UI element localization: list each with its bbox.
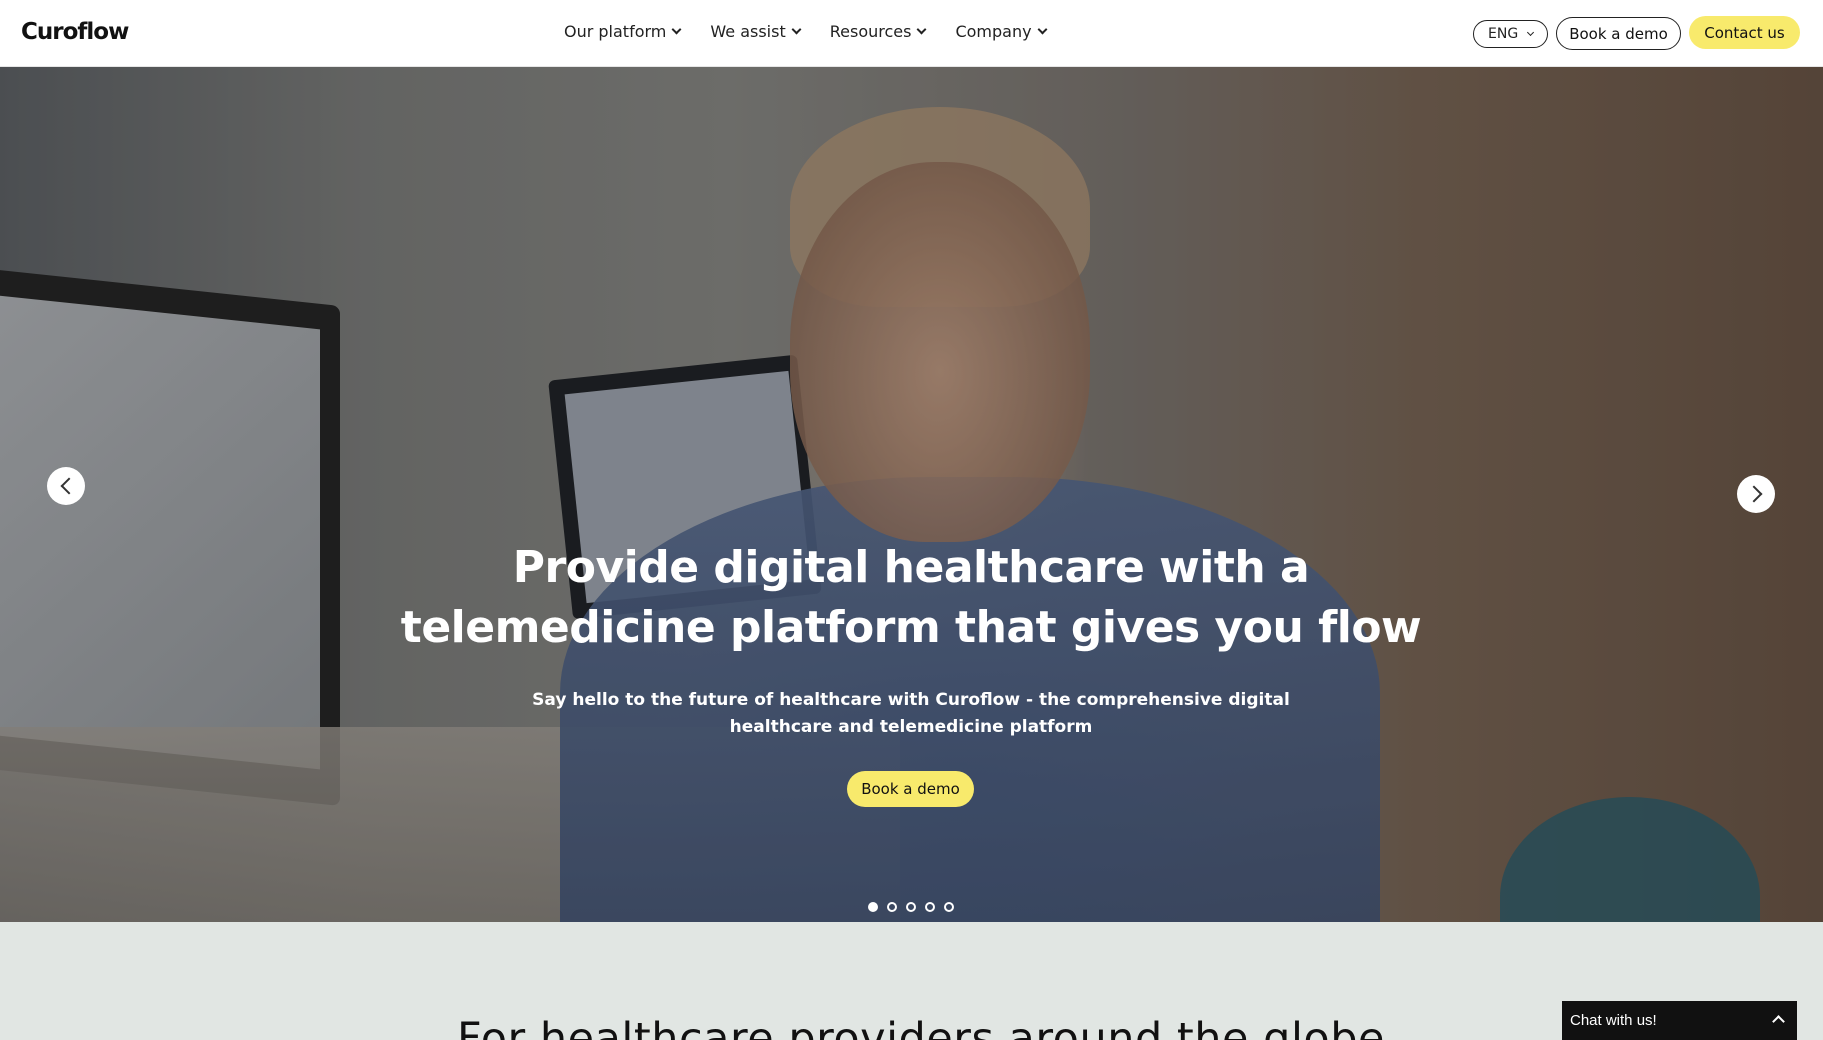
chevron-down-icon xyxy=(917,24,927,35)
nav-label: Resources xyxy=(829,22,912,41)
hero-subtitle-line: healthcare and telemedicine platform xyxy=(729,717,1093,737)
nav-label: Our platform xyxy=(564,22,667,41)
carousel-dot[interactable] xyxy=(906,902,916,912)
carousel-next-button[interactable] xyxy=(1737,475,1775,513)
book-demo-button[interactable]: Book a demo xyxy=(1556,17,1681,50)
nav-resources[interactable]: Resources xyxy=(829,22,927,41)
carousel-dot[interactable] xyxy=(944,902,954,912)
chevron-up-icon xyxy=(1772,1015,1785,1028)
carousel-dots xyxy=(868,902,954,912)
hero-title: Provide digital healthcare with a teleme… xyxy=(311,538,1511,658)
hero-title-line: telemedicine platform that gives you flo… xyxy=(400,602,1422,653)
nav-label: We assist xyxy=(710,22,786,41)
language-value: ENG xyxy=(1488,26,1519,42)
hero-subtitle: Say hello to the future of healthcare wi… xyxy=(511,687,1311,741)
hero-subtitle-line: Say hello to the future of healthcare wi… xyxy=(532,690,1290,710)
section-heading: For healthcare providers around the glob… xyxy=(457,1014,1385,1040)
nav-label: Company xyxy=(955,22,1032,41)
carousel-dot[interactable] xyxy=(887,902,897,912)
chat-label: Chat with us! xyxy=(1570,1012,1657,1029)
carousel-prev-button[interactable] xyxy=(47,467,85,505)
carousel-dot[interactable] xyxy=(868,902,878,912)
chat-widget[interactable]: Chat with us! xyxy=(1562,1001,1797,1040)
nav-we-assist[interactable]: We assist xyxy=(710,22,802,41)
chevron-left-icon xyxy=(60,477,77,495)
providers-section: For healthcare providers around the glob… xyxy=(0,922,1823,1040)
language-selector[interactable]: ENG xyxy=(1473,20,1548,48)
chevron-down-icon xyxy=(671,24,682,35)
chevron-down-icon xyxy=(1037,24,1048,35)
contact-us-button[interactable]: Contact us xyxy=(1689,16,1800,49)
hero-title-line: Provide digital healthcare with a xyxy=(512,542,1310,593)
logo[interactable]: Curoflow xyxy=(21,19,129,45)
nav-company[interactable]: Company xyxy=(955,22,1048,41)
main-nav: Our platform We assist Resources Company xyxy=(564,22,1076,41)
site-header: Curoflow Our platform We assist Resource… xyxy=(0,0,1823,67)
chevron-down-icon xyxy=(1527,28,1535,36)
carousel-dot[interactable] xyxy=(925,902,935,912)
hero-book-demo-button[interactable]: Book a demo xyxy=(847,771,974,807)
chevron-right-icon xyxy=(1745,485,1762,503)
nav-our-platform[interactable]: Our platform xyxy=(564,22,682,41)
chevron-down-icon xyxy=(791,24,802,35)
